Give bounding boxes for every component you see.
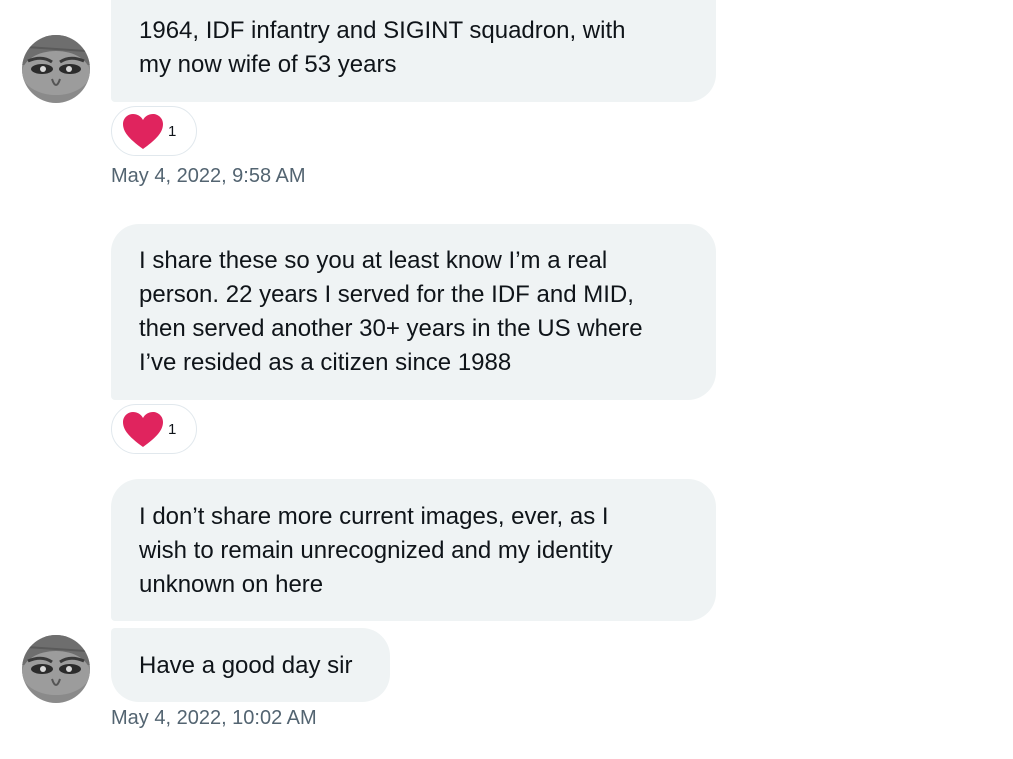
message-line: my now wife of 53 years <box>139 51 397 78</box>
message-line: Have a good day sir <box>139 652 353 679</box>
reaction-count: 1 <box>168 123 177 140</box>
message-line: unknown on here <box>139 571 324 598</box>
message-bubble[interactable]: 1964, IDF infantry and SIGINT squadron, … <box>111 0 716 102</box>
avatar-photo <box>22 35 90 103</box>
message-bubble[interactable]: I don’t share more current images, ever,… <box>111 479 716 621</box>
sender-avatar[interactable] <box>22 35 90 103</box>
message-line: I’ve resided as a citizen since 1988 <box>139 349 512 376</box>
avatar-photo <box>22 635 90 703</box>
reaction-pill[interactable]: 1 <box>111 404 197 454</box>
message-line: then served another 30+ years in the US … <box>139 315 643 342</box>
message-line: person. 22 years I served for the IDF an… <box>139 281 634 308</box>
heart-icon <box>123 114 163 149</box>
message-timestamp: May 4, 2022, 10:02 AM <box>111 707 317 729</box>
message-bubble[interactable]: Have a good day sir <box>111 628 390 702</box>
message-line: I don’t share more current images, ever,… <box>139 503 609 530</box>
message-line: 1964, IDF infantry and SIGINT squadron, … <box>139 17 626 44</box>
message-line: wish to remain unrecognized and my ident… <box>139 537 613 564</box>
sender-avatar[interactable] <box>22 635 90 703</box>
reaction-pill[interactable]: 1 <box>111 106 197 156</box>
message-bubble[interactable]: I share these so you at least know I’m a… <box>111 224 716 400</box>
message-line: I share these so you at least know I’m a… <box>139 247 608 274</box>
heart-icon <box>123 412 163 447</box>
conversation-view: 1964, IDF infantry and SIGINT squadron, … <box>0 0 1013 759</box>
reaction-count: 1 <box>168 421 177 438</box>
message-timestamp: May 4, 2022, 9:58 AM <box>111 165 306 187</box>
